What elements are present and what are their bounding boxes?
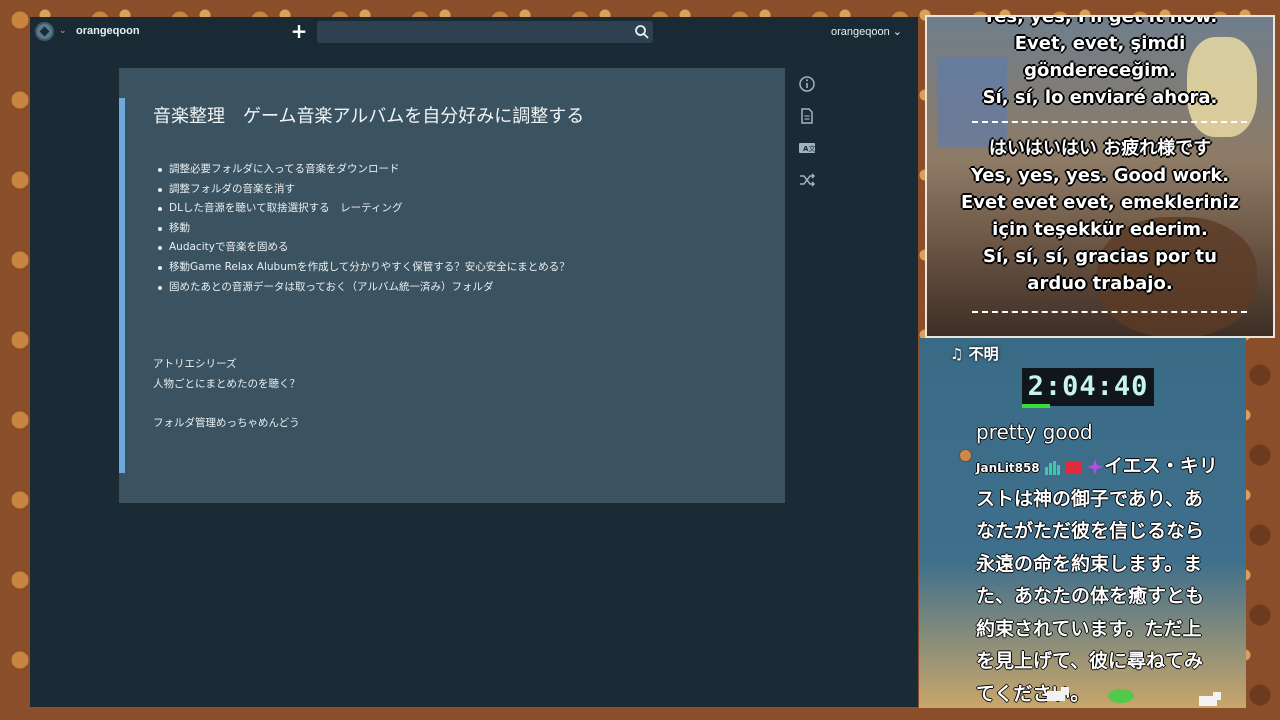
info-icon[interactable] <box>798 75 816 93</box>
list-item: Audacityで音楽を固める <box>158 238 570 258</box>
document-icon[interactable] <box>798 107 816 125</box>
chat-text: なたがただ彼を信じるなら <box>976 520 1205 542</box>
subtitle-line: Sí, sí, sí, gracias por tu <box>983 246 1217 267</box>
chevron-down-icon[interactable]: ⌄ <box>59 26 67 36</box>
cat-sprite-icon <box>1047 687 1069 701</box>
subtitle-line: Evet, evet, şimdi <box>1014 33 1186 54</box>
top-bar: ⌄ orangeqoon + orangeqoon ⌄ <box>30 17 918 46</box>
frog-emote-icon <box>1108 689 1134 703</box>
now-playing-label: ♫ 不明 <box>950 345 999 363</box>
chat-message-body: イエス・キリ ストは神の御子であり、あ なたがただ彼を信じるなら 永遠の命を約束… <box>976 450 1241 710</box>
list-item: 調整フォルダの音楽を消す <box>158 180 570 200</box>
search-input[interactable] <box>317 21 653 43</box>
list-item: 調整必要フォルダに入ってる音楽をダウンロード <box>158 160 570 180</box>
subtitle-line: arduo trabajo. <box>1027 273 1173 294</box>
note-title: 音楽整理 ゲーム音楽アルバムを自分好みに調整する <box>153 106 585 127</box>
notes-app-window: ⌄ orangeqoon + orangeqoon ⌄ 音楽整理 ゲーム音楽アル… <box>30 17 918 707</box>
new-note-button[interactable]: + <box>290 21 308 41</box>
chat-text: ストは神の御子であり、あ <box>976 487 1204 510</box>
chat-message: pretty good <box>976 420 1093 444</box>
avatar <box>959 449 972 462</box>
chat-text: を見上げて、彼に尋ねてみ <box>976 650 1204 672</box>
subtitle-line: Yes, yes, I'll get it now. <box>982 15 1218 27</box>
note-paragraph: 人物ごとにまとめたのを聴く？ <box>153 378 300 390</box>
timer-progress-bar <box>1022 404 1050 408</box>
stream-timer: 2:04:40 <box>1022 368 1154 406</box>
translate-icon[interactable]: A 文 <box>798 139 816 157</box>
search-icon[interactable] <box>634 24 650 40</box>
subtitle-line: Sí, sí, lo enviaré ahora. <box>982 87 1218 108</box>
subtitle-divider <box>972 311 1247 313</box>
subtitle-divider <box>972 121 1247 123</box>
note-bullet-list: 調整必要フォルダに入ってる音楽をダウンロード 調整フォルダの音楽を消す DLした… <box>158 160 570 298</box>
subtitle-line: Evet evet evet, emekleriniz <box>960 192 1239 213</box>
chat-text: イエス・キリ <box>1104 455 1218 477</box>
workspace-name[interactable]: orangeqoon <box>76 25 140 37</box>
subtitle-line: Yes, yes, yes. Good work. <box>970 165 1230 186</box>
app-logo-icon[interactable] <box>35 22 54 41</box>
subtitle-block: はいはいはい お疲れ様です Yes, yes, yes. Good work. … <box>927 135 1273 297</box>
note-paragraph: フォルダ管理めっちゃめんどう <box>153 417 300 429</box>
svg-text:文: 文 <box>809 144 816 153</box>
cat-sprite-icon <box>1199 692 1221 706</box>
note-card[interactable]: 音楽整理 ゲーム音楽アルバムを自分好みに調整する 調整必要フォルダに入ってる音楽… <box>119 68 785 503</box>
subtitle-line: için teşekkür ederim. <box>992 219 1208 240</box>
note-paragraph: アトリエシリーズ <box>153 358 237 370</box>
chat-text: 約束されています。ただ上 <box>976 617 1202 640</box>
chat-text: 永遠の命を約束します。ま <box>976 552 1203 575</box>
user-menu-label: orangeqoon <box>830 26 890 38</box>
subtitle-line: はいはいはい お疲れ様です <box>988 138 1212 159</box>
user-menu[interactable]: orangeqoon ⌄ <box>831 25 902 38</box>
shuffle-icon[interactable] <box>798 171 816 189</box>
subtitle-block: Yes, yes, I'll get it now. Evet, evet, ş… <box>927 15 1273 111</box>
list-item: 移動Game Relax Alubumを作成して分かりやすく保管する？安心安全に… <box>158 258 570 278</box>
chat-text: た、あなたの体を癒すとも <box>976 585 1205 607</box>
subtitle-line: göndereceğim. <box>1024 60 1176 81</box>
stream-chat-overlay: ♫ 不明 2:04:40 pretty good JanLit858 イエス・キ… <box>919 338 1246 708</box>
list-item: 移動 <box>158 219 570 239</box>
webcam-overlay: Yes, yes, I'll get it now. Evet, evet, ş… <box>925 15 1275 338</box>
list-item: 固めたあとの音源データは取っておく（アルバム統一済み）フォルダ <box>158 278 570 298</box>
list-item: DLした音源を聴いて取捨選択する レーティング <box>158 199 570 219</box>
note-accent-bar <box>119 98 125 473</box>
